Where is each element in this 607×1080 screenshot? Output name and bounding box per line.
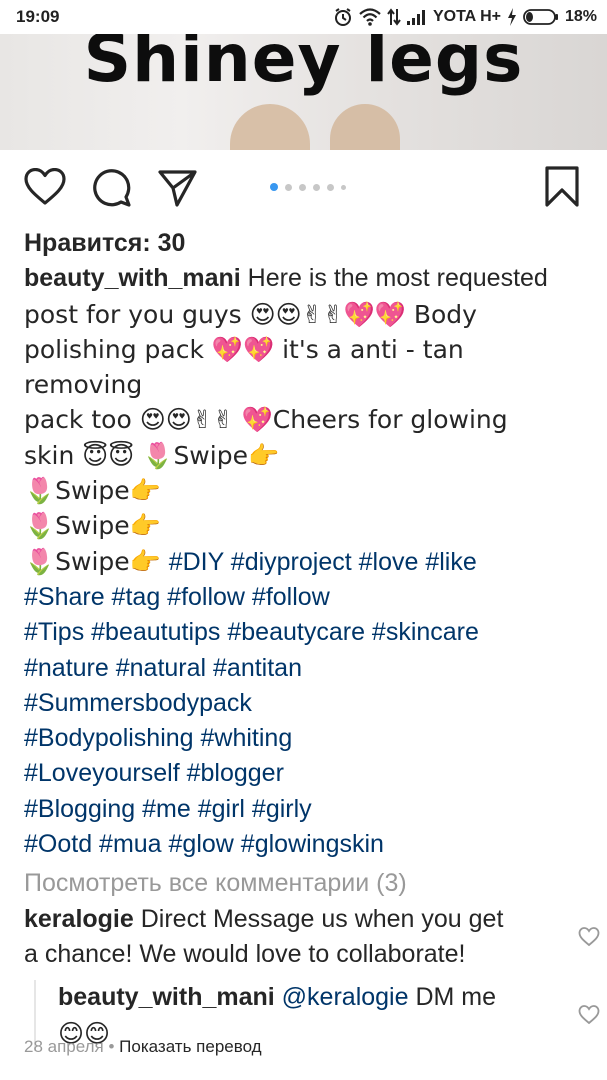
comment: keralogie Direct Message us when you get… <box>24 902 600 973</box>
hashtag-link[interactable]: #Summersbodypack <box>24 686 584 721</box>
post-details: Нравится: 30 beauty_with_mani Here is th… <box>24 226 600 1051</box>
caption-text: pack too 😍😍✌✌ 💖Cheers for glowing <box>24 405 508 435</box>
carousel-dot <box>313 183 320 191</box>
post-image[interactable]: Shiney legs <box>0 34 607 150</box>
comment-like-icon[interactable] <box>578 922 600 957</box>
caption: beauty_with_mani Here is the most reques… <box>24 261 584 862</box>
mention-link[interactable]: @keralogie <box>275 983 409 1011</box>
hashtag-link[interactable]: #DIY #diyproject #love #like <box>169 548 477 576</box>
legs-left <box>230 104 310 150</box>
share-icon[interactable] <box>158 168 198 213</box>
hashtag-link[interactable]: #Ootd #mua #glow #glowingskin <box>24 827 584 862</box>
post-meta: 28 апреля • Показать перевод <box>24 1037 262 1057</box>
carousel-dot <box>341 184 346 190</box>
bookmark-icon[interactable] <box>544 166 580 213</box>
status-right: YOTA H+ 18% <box>333 7 597 27</box>
alarm-icon <box>333 7 353 27</box>
comment-icon[interactable] <box>92 168 132 213</box>
caption-text: Here is the most requested <box>240 264 548 293</box>
caption-text: 🌷Swipe👉 <box>24 511 161 541</box>
battery-percent: 18% <box>564 8 597 25</box>
caption-text: 🌷Swipe👉 <box>24 476 161 506</box>
post-image-overlay-text: Shiney legs <box>83 34 524 97</box>
caption-text: post for you guys 😍😍✌✌💖💖 Body <box>24 299 477 329</box>
view-all-comments-link[interactable]: Посмотреть все комментарии (3) <box>24 866 584 901</box>
reply-like-icon[interactable] <box>578 1000 600 1035</box>
status-time: 19:09 <box>16 7 60 26</box>
show-translation-link[interactable]: Показать перевод <box>119 1037 261 1056</box>
comment-text: a chance! We would love to collaborate! <box>24 939 466 968</box>
hashtag-link[interactable]: #Tips #beaututips #beautycare #skincare <box>24 615 584 650</box>
hashtag-link[interactable]: #Bodypolishing #whiting <box>24 721 584 756</box>
carousel-dots <box>270 183 346 191</box>
hashtag-link[interactable]: #Blogging #me #girl #girly <box>24 792 584 827</box>
data-arrows-icon <box>387 8 401 26</box>
caption-text: polishing pack 💖💖 it's a anti - tan remo… <box>24 334 464 400</box>
battery-icon <box>523 8 559 26</box>
caption-username[interactable]: beauty_with_mani <box>24 264 241 292</box>
meta-separator: • <box>103 1037 120 1056</box>
post-date: 28 апреля <box>24 1037 104 1056</box>
charging-icon <box>507 8 517 26</box>
heart-icon[interactable] <box>24 167 66 211</box>
carousel-dot <box>270 183 278 191</box>
reply-username[interactable]: beauty_with_mani <box>58 983 275 1011</box>
comment-text: Direct Message us when you get <box>133 904 504 933</box>
hashtag-link[interactable]: #Loveyourself #blogger <box>24 756 584 791</box>
carousel-dot <box>285 183 292 191</box>
signal-icon <box>406 9 427 25</box>
legs-right <box>330 104 400 150</box>
hashtag-link[interactable]: #nature #natural #antitan <box>24 651 584 686</box>
reply-text: DM me <box>408 983 497 1012</box>
carousel-dot <box>327 183 334 191</box>
caption-text: 🌷Swipe👉 <box>24 546 169 576</box>
carousel-dot <box>299 183 306 191</box>
likes-count[interactable]: Нравится: 30 <box>24 226 584 261</box>
caption-text: skin 😇😇 🌷Swipe👉 <box>24 440 280 470</box>
action-bar <box>0 150 607 226</box>
hashtag-link[interactable]: #Share #tag #follow #follow <box>24 580 584 615</box>
status-bar: 19:09 YOTA H+ 18% <box>0 0 607 34</box>
comment-username[interactable]: keralogie <box>24 905 134 933</box>
wifi-icon <box>359 8 381 26</box>
carrier-label: YOTA H+ <box>432 8 501 25</box>
